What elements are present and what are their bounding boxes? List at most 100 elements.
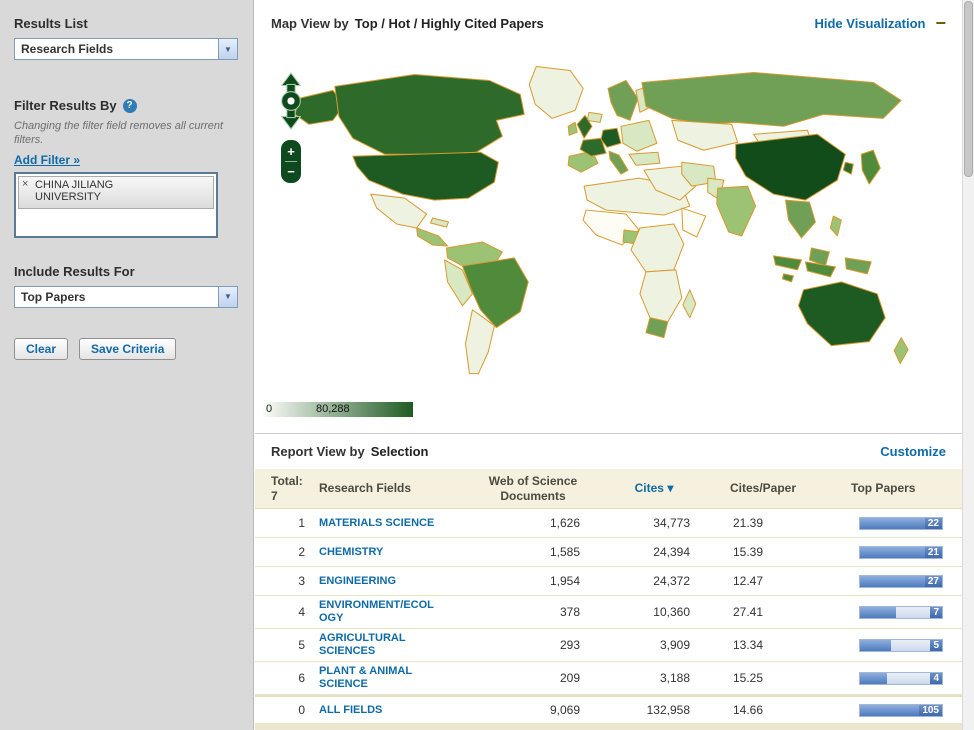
- wos-documents-header-line1: Web of Science: [488, 474, 578, 489]
- table-header-row: Total: 7 Research Fields Web of Science …: [255, 469, 962, 509]
- main-content: Map View by Top / Hot / Highly Cited Pape…: [255, 0, 962, 730]
- top-papers-bar: 4: [859, 671, 943, 685]
- row-cites: 24,394: [653, 545, 690, 559]
- row-rank: 1: [298, 516, 305, 530]
- table-row: 5 AGRICULTURAL SCIENCES 293 3,909 13.34 …: [255, 629, 962, 662]
- zoom-in-icon[interactable]: +: [281, 143, 301, 160]
- report-section-header: Report View by Selection Customize: [255, 433, 962, 469]
- field-link[interactable]: MATERIALS SCIENCE: [319, 517, 434, 530]
- map-pan-control[interactable]: [275, 72, 307, 130]
- field-link[interactable]: PLANT & ANIMAL SCIENCE: [319, 665, 441, 691]
- research-fields-header: Research Fields: [319, 481, 412, 496]
- total-header: Total: 7: [255, 474, 319, 503]
- top-papers-value: 5: [930, 639, 942, 651]
- map-legend: 0 80,288: [263, 402, 413, 417]
- chevron-down-icon[interactable]: ▼: [218, 286, 237, 307]
- zoom-divider: [285, 161, 297, 162]
- results-list-select[interactable]: Research Fields ▼: [14, 38, 238, 60]
- world-map[interactable]: [285, 58, 953, 402]
- row-cites: 10,360: [653, 605, 690, 619]
- customize-link[interactable]: Customize: [880, 444, 946, 459]
- row-cites: 3,188: [659, 671, 690, 685]
- map-section-header: Map View by Top / Hot / Highly Cited Pape…: [255, 0, 962, 46]
- row-docs: 1,626: [549, 516, 580, 530]
- row-rank: 5: [298, 638, 305, 652]
- vertical-scrollbar[interactable]: [962, 0, 974, 730]
- filter-tag: × CHINA JILIANG UNIVERSITY: [18, 175, 214, 210]
- remove-filter-icon[interactable]: ×: [22, 178, 28, 190]
- save-criteria-button[interactable]: Save Criteria: [79, 337, 177, 360]
- field-link[interactable]: ENVIRONMENT/ECOLOGY: [319, 599, 441, 625]
- row-rank: 4: [298, 605, 305, 619]
- legend-max-value: 80,288: [316, 403, 350, 415]
- row-rank: 2: [298, 545, 305, 559]
- top-papers-bar: 22: [859, 516, 943, 530]
- help-icon[interactable]: ?: [122, 98, 137, 113]
- row-rank: 6: [298, 671, 305, 685]
- row-docs: 209: [559, 671, 580, 685]
- map-zoom-control: + −: [281, 140, 301, 183]
- wos-documents-header: Web of Science Documents: [467, 474, 599, 503]
- report-view-title-text: Selection: [370, 444, 429, 459]
- row-cites-per-paper: 13.34: [732, 638, 763, 652]
- scrollbar-thumb[interactable]: [964, 1, 973, 177]
- filter-tag-label: CHINA JILIANG UNIVERSITY: [35, 178, 114, 204]
- filter-box[interactable]: × CHINA JILIANG UNIVERSITY: [14, 171, 218, 238]
- sidebar: Results List Research Fields ▼ Filter Re…: [0, 0, 254, 730]
- top-papers-header: Top Papers: [851, 481, 916, 496]
- row-rank: 3: [298, 574, 305, 588]
- add-filter-link[interactable]: Add Filter »: [14, 153, 80, 167]
- cites-header-label: Cites: [634, 481, 664, 496]
- include-results-select-value: Top Papers: [21, 289, 86, 304]
- filter-results-heading: Filter Results By: [14, 98, 117, 113]
- row-docs: 293: [559, 638, 580, 652]
- row-cites: 132,958: [646, 703, 690, 717]
- row-cites-per-paper: 12.47: [732, 574, 763, 588]
- top-papers-bar: 5: [859, 638, 943, 652]
- esi-results-page: Results List Research Fields ▼ Filter Re…: [0, 0, 974, 730]
- row-cites: 34,773: [653, 516, 690, 530]
- collapse-icon[interactable]: −: [935, 14, 946, 32]
- include-results-heading: Include Results For: [14, 263, 135, 279]
- field-link[interactable]: ALL FIELDS: [319, 704, 382, 717]
- results-list-select-value: Research Fields: [21, 42, 114, 56]
- clear-button[interactable]: Clear: [14, 337, 69, 360]
- top-papers-value: 22: [924, 517, 942, 529]
- include-results-select[interactable]: Top Papers ▼: [14, 285, 238, 308]
- row-cites: 3,909: [659, 638, 690, 652]
- row-docs: 1,585: [549, 545, 580, 559]
- top-papers-bar: 105: [859, 703, 943, 717]
- field-link[interactable]: ENGINEERING: [319, 575, 396, 588]
- top-papers-value: 27: [924, 575, 942, 587]
- zoom-out-icon[interactable]: −: [281, 163, 301, 180]
- table-bottom-strip: [255, 724, 962, 730]
- chevron-down-icon[interactable]: ▼: [218, 39, 237, 59]
- table-row: 4 ENVIRONMENT/ECOLOGY 378 10,360 27.41 7: [255, 596, 962, 629]
- legend-min-value: 0: [266, 403, 273, 415]
- field-link[interactable]: AGRICULTURAL SCIENCES: [319, 632, 441, 658]
- table-row: 1 MATERIALS SCIENCE 1,626 34,773 21.39 2…: [255, 509, 962, 538]
- table-row: 6 PLANT & ANIMAL SCIENCE 209 3,188 15.25…: [255, 662, 962, 695]
- report-view-title: Report View by Selection: [271, 444, 428, 459]
- map-area: + − 0 80,288: [255, 46, 962, 433]
- row-cites: 24,372: [653, 574, 690, 588]
- hide-visualization-link[interactable]: Hide Visualization: [814, 16, 925, 31]
- cites-per-paper-header: Cites/Paper: [729, 481, 797, 496]
- filter-note: Changing the filter field removes all cu…: [14, 120, 224, 147]
- top-papers-value: 105: [919, 704, 942, 716]
- table-row-all-fields: 0 ALL FIELDS 9,069 132,958 14.66 105: [255, 695, 962, 724]
- top-papers-bar: 7: [859, 605, 943, 619]
- row-cites-per-paper: 14.66: [732, 703, 763, 717]
- cites-header[interactable]: Cites ▾: [599, 481, 709, 495]
- row-rank: 0: [298, 703, 305, 717]
- row-cites-per-paper: 15.39: [732, 545, 763, 559]
- row-docs: 9,069: [549, 703, 580, 717]
- filter-input[interactable]: [18, 209, 214, 232]
- map-view-title-prefix: Map View by: [271, 15, 349, 31]
- row-cites-per-paper: 15.25: [732, 671, 763, 685]
- table-row: 3 ENGINEERING 1,954 24,372 12.47 27: [255, 567, 962, 596]
- top-papers-value: 21: [924, 546, 942, 558]
- row-cites-per-paper: 21.39: [732, 516, 763, 530]
- map-view-title-text: Top / Hot / Highly Cited Papers: [354, 15, 544, 31]
- field-link[interactable]: CHEMISTRY: [319, 546, 383, 559]
